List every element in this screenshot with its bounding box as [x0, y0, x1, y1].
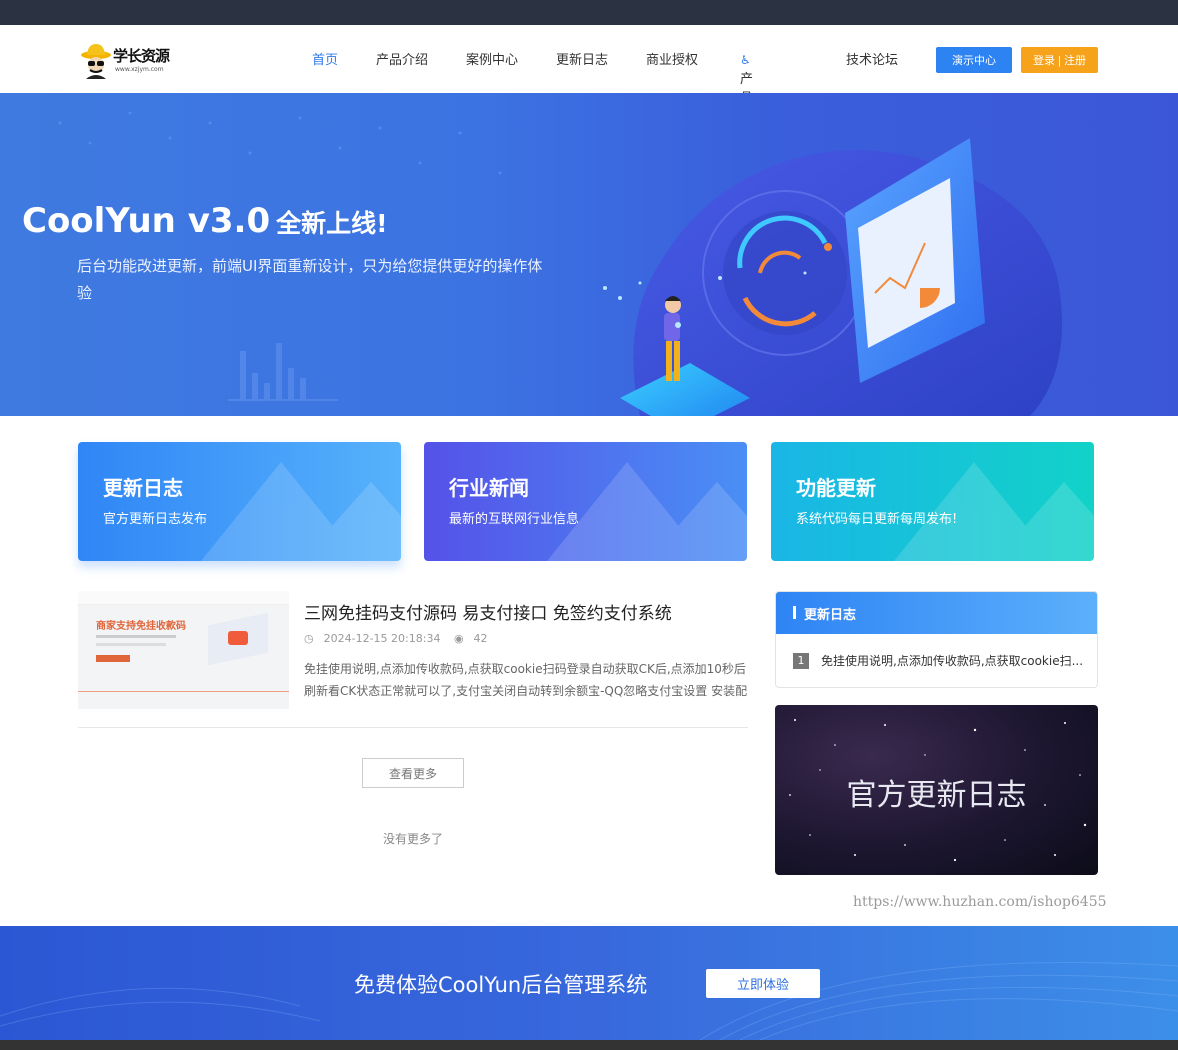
sidebar-header: 更新日志 [776, 592, 1097, 634]
item-number: 1 [793, 652, 809, 669]
accessibility-icon: ♿ [740, 53, 751, 67]
article-date: 2024-12-15 20:18:34 [323, 632, 441, 645]
watermark: https://www.huzhan.com/ishop6455 [853, 894, 1107, 910]
sidebar-banner-text: 官方更新日志 [846, 778, 1027, 813]
card-title: 功能更新 [796, 476, 876, 500]
nav-changelog[interactable]: 更新日志 [556, 49, 608, 68]
card-decoration [201, 462, 401, 561]
card-feature-update[interactable]: 功能更新 系统代码每日更新每周发布! [771, 442, 1094, 561]
card-changelog[interactable]: 更新日志 官方更新日志发布 [78, 442, 401, 561]
sidebar-header-bar [793, 606, 796, 619]
bottom-strip [0, 1040, 1178, 1050]
article-views: 42 [473, 632, 488, 645]
item-text: 免挂使用说明,点添加传收款码,点获取cookie扫... [821, 654, 1083, 668]
demo-center-button[interactable]: 演示中心 [936, 47, 1012, 73]
logo[interactable]: 学长资源 www.xzjym.com [80, 41, 170, 81]
load-more-button[interactable]: 查看更多 [362, 758, 464, 788]
nav-product-intro[interactable]: 产品介绍 [376, 49, 428, 68]
sidebar-list-item[interactable]: 1 免挂使用说明,点添加传收款码,点获取cookie扫... [793, 652, 1083, 670]
logo-icon [81, 44, 111, 79]
hero-title: CoolYun v3.0 全新上线! [22, 201, 388, 241]
card-title: 更新日志 [103, 476, 183, 500]
thumb-topbar [78, 591, 289, 605]
hero-description: 后台功能改进更新，前端UI界面重新设计，只为给您提供更好的操作体验 [77, 257, 543, 302]
thumb-title: 商家支持免挂收款码 [96, 621, 186, 632]
card-desc: 官方更新日志发布 [103, 512, 208, 527]
sidebar-changelog-box: 更新日志 1 免挂使用说明,点添加传收款码,点获取cookie扫... [775, 591, 1098, 688]
hero-title-main: CoolYun v3.0 [22, 201, 271, 241]
article-title[interactable]: 三网免挂码支付源码 易支付接口 免签约支付系统 [304, 599, 672, 624]
eye-icon: ◉ [453, 632, 464, 645]
no-more-text: 没有更多了 [383, 832, 444, 846]
card-decoration [894, 462, 1094, 561]
login-register-button[interactable]: 登录 | 注册 [1021, 47, 1098, 73]
try-now-button[interactable]: 立即体验 [706, 969, 820, 998]
cta-text: 免费体验CoolYun后台管理系统 [354, 973, 648, 997]
card-desc: 最新的互联网行业信息 [449, 512, 580, 527]
nav-cases[interactable]: 案例中心 [466, 49, 518, 68]
thumb-line [96, 635, 176, 638]
article-meta: ◷ 2024-12-15 20:18:34 ◉ 42 [304, 632, 498, 645]
nav-home[interactable]: 首页 [312, 49, 338, 68]
card-decoration [547, 462, 747, 561]
article-thumbnail[interactable]: 商家支持免挂收款码 [78, 591, 289, 709]
card-title: 行业新闻 [449, 476, 529, 500]
thumb-button [96, 655, 130, 662]
card-desc: 系统代码每日更新每周发布! [796, 512, 958, 527]
card-industry-news[interactable]: 行业新闻 最新的互联网行业信息 [424, 442, 747, 561]
logo-text: 学长资源 [113, 47, 170, 65]
footer-cta: 免费体验CoolYun后台管理系统 立即体验 [0, 926, 1178, 1040]
hero-banner: CoolYun v3.0 全新上线! 后台功能改进更新，前端UI界面重新设计，只为… [0, 93, 1178, 416]
article-item[interactable]: 商家支持免挂收款码 三网免挂码支付源码 易支付接口 免签约支付系统 ◷ 2024-… [78, 591, 748, 728]
top-strip [0, 0, 1178, 25]
nav-forum[interactable]: 技术论坛 [846, 49, 898, 68]
sidebar-banner-image[interactable]: 官方更新日志 [775, 705, 1098, 875]
article-excerpt: 免挂使用说明,点添加传收款码,点获取cookie扫码登录自动获取CK后,点添加1… [304, 662, 748, 698]
nav-license[interactable]: 商业授权 [646, 49, 698, 68]
logo-subtext: www.xzjym.com [115, 66, 164, 73]
hero-title-sub: 全新上线! [276, 209, 388, 238]
thumb-bottom-line [78, 691, 289, 692]
clock-icon: ◷ [304, 632, 314, 645]
thumb-line [96, 643, 166, 646]
header: 学长资源 www.xzjym.com 首页 产品介绍 案例中心 更新日志 商业授… [0, 25, 1178, 144]
sidebar-title: 更新日志 [804, 608, 857, 623]
thumb-play-icon [228, 631, 248, 645]
